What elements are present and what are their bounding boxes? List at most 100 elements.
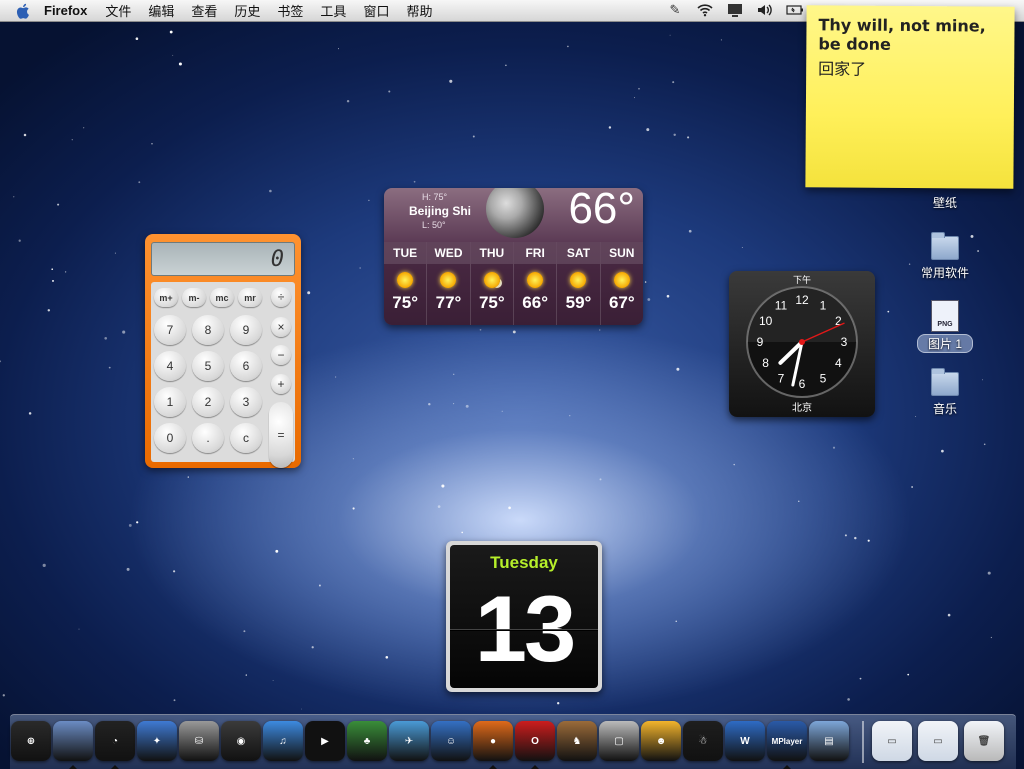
star	[114, 252, 116, 254]
dock-qq-icon[interactable]: ☃	[683, 721, 723, 761]
pen-icon[interactable]: ✎	[666, 2, 684, 18]
calc-key-equals[interactable]: =	[269, 402, 293, 468]
forecast-day: THU 75°	[470, 242, 514, 325]
star	[272, 679, 274, 681]
display-icon[interactable]	[726, 2, 744, 18]
calculator-keypad: m+ m- mc mr ÷ × − + = 7 8 9 4 5 6 1 2 3 …	[151, 282, 295, 468]
clock-number: 8	[762, 356, 769, 370]
dock-minimized-window-2-icon[interactable]: ▭	[918, 721, 958, 761]
dock-system-clock-icon[interactable]: ◔	[95, 721, 135, 761]
weather-widget[interactable]: H: 75° Beijing Shi L: 50° 66° TUE 75° WED…	[384, 188, 643, 325]
dock-msn-icon[interactable]: ☺	[431, 721, 471, 761]
star	[947, 613, 951, 617]
calc-key-multiply[interactable]: ×	[271, 317, 291, 337]
star	[136, 521, 139, 524]
dock-opera-icon[interactable]: O	[515, 721, 555, 761]
calc-key-2[interactable]: 2	[192, 387, 224, 417]
dock-adium-icon[interactable]: ☻	[641, 721, 681, 761]
calc-key-4[interactable]: 4	[154, 351, 186, 381]
star	[335, 376, 337, 378]
dock-mplayer-icon[interactable]: MPlayer	[767, 721, 807, 761]
star	[990, 636, 993, 639]
star	[0, 360, 2, 363]
menu-window[interactable]: 窗口	[363, 1, 389, 20]
calc-key-8[interactable]: 8	[192, 315, 224, 345]
dock-firefox-icon[interactable]: ●	[473, 721, 513, 761]
menu-file[interactable]: 文件	[105, 1, 131, 20]
calc-key-7[interactable]: 7	[154, 315, 186, 345]
star	[173, 570, 176, 573]
wifi-icon[interactable]	[696, 2, 714, 18]
star	[673, 133, 676, 137]
dock-mail-icon[interactable]: ✈	[389, 721, 429, 761]
star	[126, 567, 130, 571]
dock-itunes-icon[interactable]: ♫	[263, 721, 303, 761]
star	[2, 694, 5, 697]
dock-amule-icon[interactable]: ♞	[557, 721, 597, 761]
menu-bookmarks[interactable]: 书签	[277, 1, 303, 20]
calc-key-9[interactable]: 9	[230, 315, 262, 345]
app-menu-firefox[interactable]: Firefox	[44, 3, 87, 18]
dock-imovie-icon[interactable]: ▶	[305, 721, 345, 761]
star	[687, 136, 690, 139]
star	[798, 500, 800, 502]
menu-view[interactable]: 查看	[191, 1, 217, 20]
calc-key-0[interactable]: 0	[154, 423, 186, 453]
desktop-icon-common-software[interactable]: 常用软件	[900, 232, 990, 281]
star	[608, 126, 612, 129]
calc-key-3[interactable]: 3	[230, 387, 262, 417]
star	[907, 673, 910, 676]
clock-center	[799, 339, 805, 345]
star	[135, 37, 139, 40]
calc-key-decimal[interactable]: .	[192, 423, 224, 453]
menu-edit[interactable]: 编辑	[148, 1, 174, 20]
star	[911, 486, 913, 488]
dock-iphoto-icon[interactable]: ▤	[809, 721, 849, 761]
dock-safari-icon[interactable]: ✦	[137, 721, 177, 761]
star	[867, 539, 870, 542]
calc-key-mc[interactable]: mc	[210, 288, 234, 307]
volume-icon[interactable]	[756, 2, 774, 18]
star	[557, 702, 560, 705]
forecast-day: FRI 66°	[513, 242, 558, 325]
dock-dashboard-icon[interactable]: ⊕	[11, 721, 51, 761]
dock-minimized-window-1-icon[interactable]: ▭	[872, 721, 912, 761]
calc-key-divide[interactable]: ÷	[271, 287, 291, 307]
dock-word-icon[interactable]: W	[725, 721, 765, 761]
sticky-note-widget[interactable]: Thy will, not mine, be done 回家了	[805, 5, 1015, 189]
star	[441, 484, 445, 488]
folder-icon	[931, 368, 959, 396]
weather-current-temp: 66°	[568, 188, 635, 233]
desktop-icon-music[interactable]: 音乐	[900, 368, 990, 417]
apple-menu-icon[interactable]	[14, 2, 32, 20]
battery-icon[interactable]	[786, 2, 804, 18]
desktop-icon-picture-1[interactable]: PNG 图片 1	[900, 300, 990, 353]
menu-help[interactable]: 帮助	[406, 1, 432, 20]
calc-key-1[interactable]: 1	[154, 387, 186, 417]
calc-key-m-minus[interactable]: m-	[182, 288, 206, 307]
star	[844, 534, 847, 537]
star	[245, 674, 247, 676]
calc-key-m-plus[interactable]: m+	[154, 288, 178, 307]
dock-automator-icon[interactable]: ♣	[347, 721, 387, 761]
calc-key-mr[interactable]: mr	[238, 288, 262, 307]
calc-key-clear[interactable]: c	[230, 423, 262, 453]
star	[666, 294, 670, 298]
menu-history[interactable]: 历史	[234, 1, 260, 20]
world-clock-widget[interactable]: 下午 12 1 2 3 4 5 6 7 8 9 10 11 北京	[729, 271, 875, 417]
dock-disk-utility-icon[interactable]: ⛁	[179, 721, 219, 761]
dock-trash-icon[interactable]: 🗑	[964, 721, 1004, 761]
desktop-icon-wallpaper[interactable]: 壁纸	[900, 194, 990, 211]
dock-bootcamp-icon[interactable]: ▢	[599, 721, 639, 761]
dock-dvd-player-icon[interactable]: ◉	[221, 721, 261, 761]
calc-key-5[interactable]: 5	[192, 351, 224, 381]
date-widget[interactable]: Tuesday 13	[446, 541, 602, 692]
dock-finder-icon[interactable]	[53, 721, 93, 761]
calc-key-6[interactable]: 6	[230, 351, 262, 381]
clock-number: 10	[759, 314, 773, 328]
forecast-day-name: TUE	[384, 242, 427, 264]
calc-key-plus[interactable]: +	[271, 374, 291, 394]
calc-key-minus[interactable]: −	[271, 345, 291, 365]
menu-tools[interactable]: 工具	[320, 1, 346, 20]
star	[941, 449, 944, 453]
